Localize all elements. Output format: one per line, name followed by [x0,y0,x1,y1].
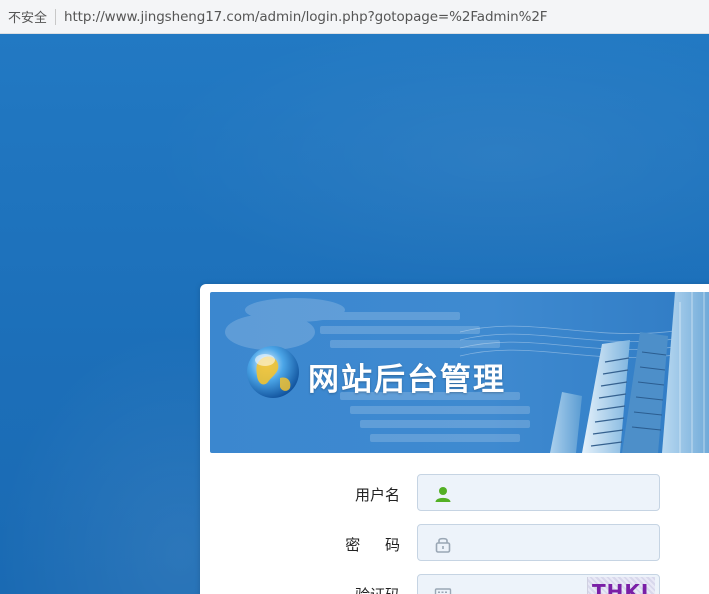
captcha-input[interactable]: THKJ [417,574,660,594]
security-indicator[interactable]: 不安全 [8,7,47,26]
password-input[interactable] [417,524,660,561]
lock-icon [435,537,451,553]
captcha-row: 验证码 THKJ [200,574,709,594]
username-label: 用户名 [354,486,400,504]
password-label: 密 码 [345,536,410,554]
address-bar[interactable]: 不安全 http://www.jingsheng17.com/admin/log… [0,0,709,34]
header-banner: 网站后台管理 [210,292,709,453]
captcha-image[interactable]: THKJ [587,577,655,594]
banner-title: 网站后台管理 [308,362,506,398]
user-icon [435,487,451,502]
login-page: 不安全 http://www.jingsheng17.com/admin/log… [0,0,709,594]
globe-icon [247,346,299,398]
captcha-label: 验证码 [355,584,400,594]
address-divider [55,8,57,25]
keyboard-icon [434,588,452,594]
login-panel: 网站后台管理 用户名 密 码 THKJ [200,284,709,594]
url-text[interactable]: http://www.jingsheng17.com/admin/login.p… [64,9,548,25]
username-input[interactable] [417,474,660,511]
username-row: 用户名 [200,474,709,514]
password-row: 密 码 [200,524,709,564]
